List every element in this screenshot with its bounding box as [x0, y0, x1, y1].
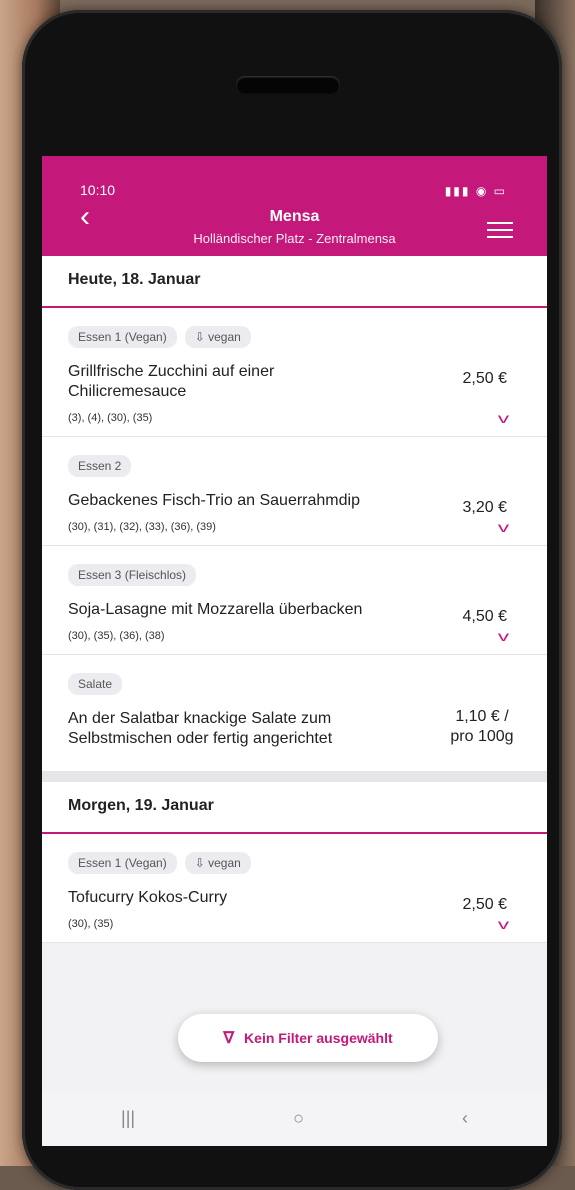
meal-price: 1,10 € / pro 100g: [450, 708, 514, 745]
meal-price: 3,20 €: [462, 499, 507, 516]
app-bar: 10:10 ▮▮▮ ◉ ▭ ‹ Mensa Holländischer Plat…: [42, 156, 547, 256]
section-divider: [42, 772, 547, 782]
recents-icon[interactable]: |||: [121, 1108, 135, 1129]
menu-icon[interactable]: [487, 222, 513, 240]
meal-category-chip: Essen 2: [68, 455, 132, 477]
day-header: Morgen, 19. Januar: [42, 782, 547, 834]
meal-item[interactable]: Essen 2 Gebackenes Fisch-Trio an Sauerra…: [42, 437, 547, 546]
meal-category-chip: Essen 1 (Vegan): [68, 852, 177, 874]
filter-icon: ∇: [223, 1030, 235, 1047]
allergen-codes: (30), (35), (36), (38): [68, 630, 165, 642]
allergen-codes: (3), (4), (30), (35): [68, 412, 153, 424]
status-time: 10:10: [80, 182, 116, 198]
diet-chip: ⇩ vegan: [184, 852, 251, 874]
diet-chip: ⇩ vegan: [184, 326, 251, 348]
home-icon[interactable]: ○: [293, 1108, 304, 1129]
screen: 10:10 ▮▮▮ ◉ ▭ ‹ Mensa Holländischer Plat…: [42, 156, 547, 1146]
meal-name: Grillfrische Zucchini auf einer Chilicre…: [68, 363, 275, 400]
meal-price: 4,50 €: [462, 608, 507, 625]
day-header: Heute, 18. Januar: [42, 256, 547, 308]
meal-category-chip: Salate: [68, 673, 123, 695]
meal-price: 2,50 €: [462, 370, 507, 387]
meal-category-chip: Essen 3 (Fleischlos): [68, 564, 197, 586]
chevron-down-icon[interactable]: v: [498, 519, 509, 535]
meal-name: Tofucurry Kokos-Curry: [68, 889, 228, 906]
chevron-down-icon[interactable]: v: [498, 410, 509, 426]
status-icons: ▮▮▮ ◉ ▭: [444, 184, 507, 198]
menu-list: Heute, 18. Januar Essen 1 (Vegan) ⇩ vega…: [42, 256, 547, 943]
meal-item[interactable]: Essen 1 (Vegan) ⇩ vegan Grillfrische Zuc…: [42, 308, 547, 437]
meal-name: Soja-Lasagne mit Mozzarella überbacken: [68, 601, 363, 618]
meal-item[interactable]: Essen 1 (Vegan) ⇩ vegan Tofucurry Kokos-…: [42, 834, 547, 943]
allergen-codes: (30), (35): [68, 918, 114, 930]
meal-item[interactable]: Essen 3 (Fleischlos) Soja-Lasagne mit Mo…: [42, 546, 547, 655]
allergen-codes: (30), (31), (32), (33), (36), (39): [68, 521, 216, 533]
meal-item[interactable]: Salate An der Salatbar knackige Salate z…: [42, 655, 547, 772]
meal-name: An der Salatbar knackige Salate zum Selb…: [68, 710, 333, 747]
meal-name: Gebackenes Fisch-Trio an Sauerrahmdip: [68, 492, 360, 509]
meal-price: 2,50 €: [462, 896, 507, 913]
back-nav-icon[interactable]: ‹: [462, 1108, 468, 1129]
phone-frame: 10:10 ▮▮▮ ◉ ▭ ‹ Mensa Holländischer Plat…: [22, 10, 562, 1190]
phone-speaker: [236, 76, 340, 94]
meal-category-chip: Essen 1 (Vegan): [68, 326, 177, 348]
page-subtitle: Holländischer Platz - Zentralmensa: [193, 231, 396, 246]
chevron-down-icon[interactable]: v: [498, 628, 509, 644]
filter-button[interactable]: ∇ Kein Filter ausgewählt: [178, 1014, 438, 1062]
system-nav-bar: ||| ○ ‹: [42, 1091, 547, 1146]
filter-label: Kein Filter ausgewählt: [244, 1030, 393, 1046]
chevron-down-icon[interactable]: v: [498, 916, 509, 932]
page-title: Mensa: [269, 208, 320, 225]
